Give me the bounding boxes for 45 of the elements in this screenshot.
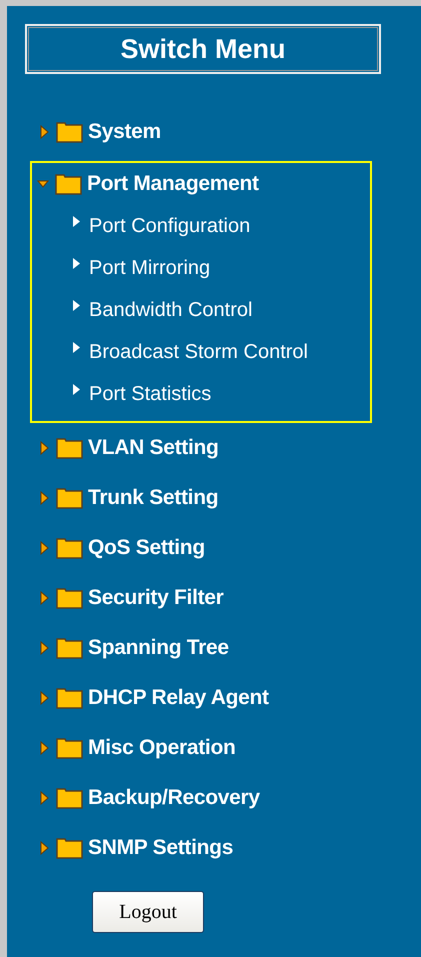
folder-icon (56, 122, 83, 142)
submenu-item[interactable]: Broadcast Storm Control (89, 340, 308, 364)
menu-item[interactable]: Spanning Tree (88, 636, 229, 660)
submenu-item[interactable]: Port Configuration (89, 214, 250, 238)
expand-arrow-icon[interactable] (38, 125, 50, 139)
expand-arrow-icon[interactable] (38, 541, 50, 555)
menu-item[interactable]: VLAN Setting (88, 436, 219, 460)
folder-icon (56, 638, 83, 658)
expand-arrow-icon[interactable] (38, 441, 50, 455)
menu-item[interactable]: DHCP Relay Agent (88, 686, 269, 710)
expand-arrow-icon[interactable] (38, 491, 50, 505)
menu-item[interactable]: QoS Setting (88, 536, 205, 560)
menu-item[interactable]: Port Management (87, 172, 259, 196)
bullet-arrow-icon (73, 342, 80, 353)
menu-item[interactable]: Misc Operation (88, 736, 236, 760)
menu-item[interactable]: SNMP Settings (88, 836, 234, 860)
expand-arrow-icon[interactable] (38, 641, 50, 655)
bullet-arrow-icon (73, 384, 80, 395)
expand-arrow-icon[interactable] (38, 691, 50, 705)
folder-icon (56, 788, 83, 808)
folder-icon (56, 488, 83, 508)
menu-item[interactable]: Backup/Recovery (88, 786, 260, 810)
bullet-arrow-icon (73, 300, 80, 311)
expand-arrow-icon[interactable] (38, 591, 50, 605)
folder-icon (56, 738, 83, 758)
expand-arrow-icon[interactable] (38, 741, 50, 755)
menu-title: Switch Menu (25, 24, 381, 74)
folder-icon (56, 688, 83, 708)
folder-icon (56, 538, 83, 558)
collapse-arrow-icon[interactable] (37, 178, 49, 190)
bullet-arrow-icon (73, 216, 80, 227)
folder-icon (56, 838, 83, 858)
expand-arrow-icon[interactable] (38, 841, 50, 855)
menu-item[interactable]: Trunk Setting (88, 486, 218, 510)
folder-icon (55, 174, 82, 194)
folder-icon (56, 438, 83, 458)
expand-arrow-icon[interactable] (38, 791, 50, 805)
submenu-item[interactable]: Port Statistics (89, 382, 212, 406)
folder-icon (56, 588, 83, 608)
submenu-item[interactable]: Bandwidth Control (89, 298, 252, 322)
bullet-arrow-icon (73, 258, 80, 269)
menu-item[interactable]: System (88, 120, 161, 144)
menu-item[interactable]: Security Filter (88, 586, 224, 610)
logout-button[interactable]: Logout (92, 891, 204, 933)
submenu-item[interactable]: Port Mirroring (89, 256, 210, 280)
